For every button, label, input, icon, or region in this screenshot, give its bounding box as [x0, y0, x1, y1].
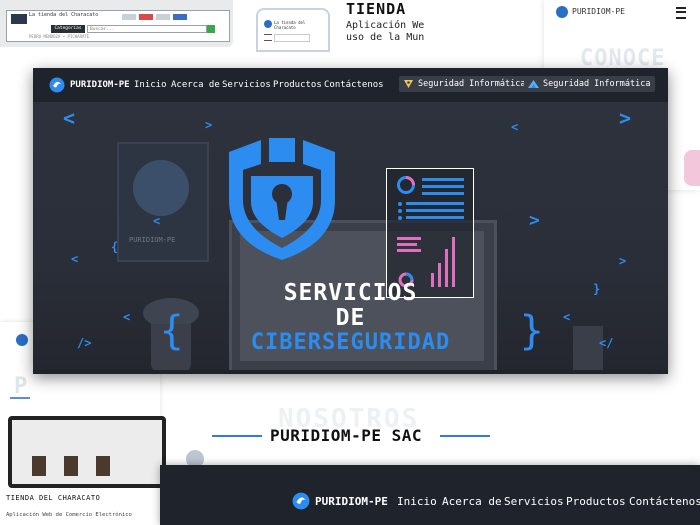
categories-button: Categorías — [51, 25, 85, 33]
shop-header: La tienda del Characato Categorías Busca… — [6, 10, 230, 42]
projects-heading: P — [14, 374, 28, 399]
shop-search-input: Buscar... — [87, 25, 207, 33]
tab-seguridad-informatica-2[interactable]: Seguridad Informática — [524, 76, 656, 92]
poster-text: PURIDIOM-PE — [129, 236, 176, 244]
nav-acerca-de[interactable]: Acerca de — [171, 80, 220, 90]
shop-logo — [11, 14, 27, 24]
logo-icon — [16, 334, 28, 346]
heading-line-left — [212, 435, 262, 437]
heading-line-right — [440, 435, 490, 437]
chevron-left-icon: < — [71, 252, 79, 266]
report-document-icon — [386, 168, 474, 298]
chevron-right-icon: > — [529, 210, 540, 231]
product-thumb — [96, 456, 110, 476]
desk-edge — [33, 370, 668, 374]
company-heading: PURIDIOM-PE SAC — [270, 426, 422, 445]
phone-search-bar — [274, 34, 310, 42]
nav-productos[interactable]: Productos — [566, 495, 626, 508]
nav-servicios[interactable]: Servicios — [504, 495, 564, 508]
hero-title-line1: SERVICIOS — [283, 280, 418, 306]
logo-icon — [556, 6, 568, 18]
navbar: PURIDIOM-PE Inicio Acerca de Servicios P… — [33, 68, 668, 102]
shield-lock-icon — [229, 138, 335, 260]
nav-inicio[interactable]: Inicio — [397, 495, 437, 508]
hero-title-line2: DE — [335, 305, 366, 331]
product-thumb — [64, 456, 78, 476]
brace-icon: { — [111, 240, 119, 254]
brand-name[interactable]: PURIDIOM-PE — [70, 80, 130, 90]
nav-inicio[interactable]: Inicio — [134, 80, 167, 90]
project-screenshot — [8, 416, 166, 488]
chevron-right-icon: > — [619, 106, 632, 130]
nav-acerca-de[interactable]: Acerca de — [442, 495, 502, 508]
nav-productos[interactable]: Productos — [273, 80, 322, 90]
nav-contactenos[interactable]: Contáctenos — [324, 80, 384, 90]
logo-icon[interactable] — [292, 492, 310, 510]
chevron-left-icon: < — [511, 120, 519, 134]
project-title: TIENDA — [346, 0, 407, 18]
phone-logo — [264, 20, 272, 28]
heading-underline — [10, 397, 30, 399]
search-icon — [207, 25, 215, 33]
phone-preview: La tienda del Characato — [256, 8, 330, 52]
wall-poster: PURIDIOM-PE — [117, 142, 209, 262]
project-description: Aplicación We uso de la Mun — [346, 20, 425, 43]
mountain-icon — [528, 80, 539, 88]
shop-preview-card: La tienda del Characato Categorías Busca… — [0, 0, 233, 47]
poster-logo — [133, 160, 189, 216]
hero-title-line3: CIBERSEGURIDAD — [250, 330, 451, 355]
hero-screenshot: PURIDIOM-PE Inicio Acerca de Servicios P… — [33, 68, 668, 374]
decorative-shape — [684, 150, 700, 186]
nav-servicios[interactable]: Servicios — [222, 80, 271, 90]
product-thumb — [32, 456, 46, 476]
hero-background: PURIDIOM-PE < > < > < < > > < < /> </ {… — [33, 102, 668, 374]
navbar-preview-card: PURIDIOM-PE Inicio Acerca de Servicios P… — [160, 465, 700, 525]
chevron-left-icon: < — [63, 106, 76, 130]
project-card-title: TIENDA DEL CHARACATO — [6, 494, 101, 502]
logo-icon[interactable] — [49, 77, 65, 93]
chevron-right-icon: > — [619, 254, 627, 268]
chevron-right-icon: > — [205, 118, 213, 132]
menu-icon — [264, 34, 272, 41]
phone-brand: La tienda del Characato — [274, 20, 306, 30]
shield-icon — [404, 80, 413, 88]
tab-seguridad-informatica-1[interactable]: Seguridad Informática — [399, 76, 531, 92]
nav-contactenos[interactable]: Contáctenos — [629, 495, 700, 508]
project-card-desc: Aplicación Web de Comercio Electrónico — [6, 512, 132, 518]
chevron-left-icon: < — [153, 214, 161, 228]
brand-name[interactable]: PURIDIOM-PE — [315, 495, 388, 508]
about-brand: PURIDIOM-PE — [572, 7, 625, 16]
shop-location: PEDRO MENDOZA • PICHARATE — [29, 34, 90, 39]
hamburger-menu-icon[interactable] — [676, 7, 686, 19]
brand-logos — [122, 14, 187, 20]
shop-store-label: La tienda del Characato — [29, 12, 99, 18]
